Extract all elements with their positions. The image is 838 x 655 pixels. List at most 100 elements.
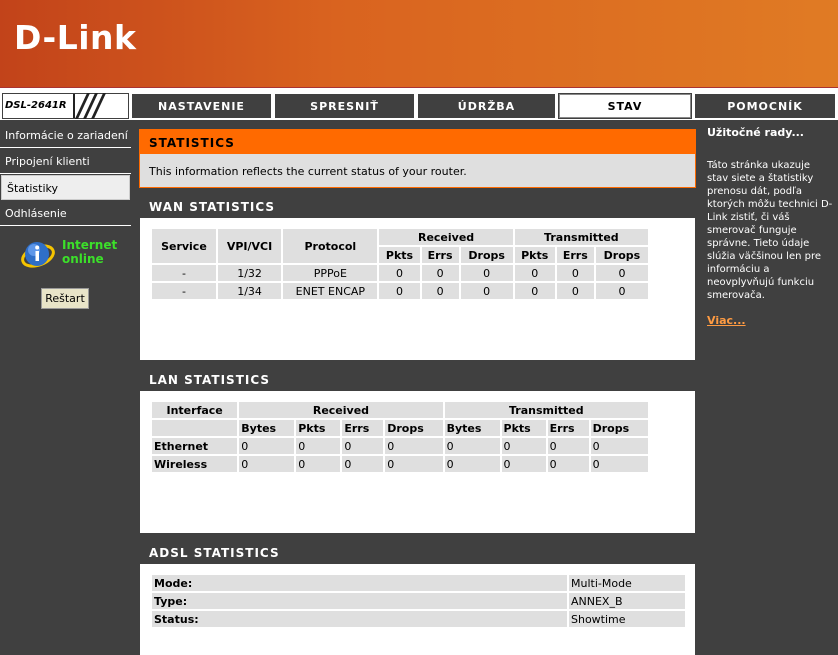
internet-globe-icon <box>21 242 55 268</box>
table-cell: ENET ENCAP <box>283 283 378 299</box>
statistics-description: This information reflects the current st… <box>149 165 467 178</box>
table-row: - 1/32 PPPoE 0 0 0 0 0 0 <box>152 265 648 281</box>
table-cell: 0 <box>421 265 459 281</box>
lan-subheader: Drops <box>385 420 443 436</box>
table-cell: 1/34 <box>217 283 282 299</box>
table-cell: Wireless <box>152 456 238 472</box>
adsl-title: ADSL STATISTICS <box>140 540 695 564</box>
adsl-label: Type: <box>152 593 567 609</box>
table-cell: 0 <box>239 438 295 454</box>
dlink-logo: D-Link <box>14 18 137 57</box>
table-cell: 1/32 <box>217 265 282 281</box>
table-cell: 0 <box>379 283 420 299</box>
internet-status: Internet online <box>18 236 128 276</box>
adsl-label: Mode: <box>152 575 567 591</box>
table-cell: - <box>152 265 216 281</box>
adsl-value: ANNEX_B <box>569 593 685 609</box>
hints-body: Táto stránka ukazuje stav siete a štatis… <box>707 160 833 301</box>
lan-subheader: Pkts <box>296 420 341 436</box>
lan-header-received: Received <box>239 402 443 418</box>
adsl-table: Mode: Multi-Mode Type: ANNEX_B Status: S… <box>150 573 687 629</box>
table-cell: 0 <box>421 283 459 299</box>
sidebar-item-clients[interactable]: Pripojení klienti <box>0 149 131 174</box>
wan-subheader: Pkts <box>514 247 555 263</box>
wan-header-transmitted: Transmitted <box>514 229 648 245</box>
lan-subheader: Errs <box>342 420 384 436</box>
tab-nastavenie[interactable]: NASTAVENIE <box>131 93 272 119</box>
adsl-value: Multi-Mode <box>569 575 685 591</box>
header-banner: D-Link <box>0 0 838 88</box>
table-row: Status: Showtime <box>152 611 685 627</box>
statistics-title: STATISTICS <box>140 130 695 154</box>
sidebar-item-statistics[interactable]: Štatistiky <box>1 175 130 200</box>
wan-subheader: Drops <box>460 247 513 263</box>
more-link[interactable]: Viac... <box>707 314 834 327</box>
wan-header-service: Service <box>152 229 216 263</box>
lan-subheader: Errs <box>547 420 589 436</box>
table-row: Mode: Multi-Mode <box>152 575 685 591</box>
lan-subheader: Pkts <box>501 420 546 436</box>
wan-header-protocol: Protocol <box>283 229 378 263</box>
table-cell: 0 <box>595 283 648 299</box>
table-cell: 0 <box>590 438 648 454</box>
tab-spresnit[interactable]: SPRESNIŤ <box>274 93 415 119</box>
online-label: online <box>62 252 104 266</box>
wan-header-received: Received <box>379 229 513 245</box>
lan-subheader-empty <box>152 420 238 436</box>
table-cell: 0 <box>342 456 384 472</box>
table-cell: 0 <box>514 283 555 299</box>
table-cell: 0 <box>385 438 443 454</box>
hints-title: Užitočné rady... <box>707 126 804 139</box>
table-row: Ethernet 0 0 0 0 0 0 0 0 <box>152 438 648 454</box>
table-row: Wireless 0 0 0 0 0 0 0 0 <box>152 456 648 472</box>
adsl-statistics-section: ADSL STATISTICS Mode: Multi-Mode Type: A… <box>139 539 696 655</box>
table-cell: 0 <box>595 265 648 281</box>
wan-header-vpi: VPI/VCI <box>217 229 282 263</box>
wan-table: Service VPI/VCI Protocol Received Transm… <box>150 227 650 301</box>
table-cell: 0 <box>385 456 443 472</box>
table-cell: 0 <box>296 438 341 454</box>
page: D-Link DSL-2641R NASTAVENIE SPRESNIŤ ÚDR… <box>0 0 838 655</box>
tab-pomocnik[interactable]: POMOCNÍK <box>694 93 836 119</box>
table-cell: 0 <box>460 265 513 281</box>
table-cell: 0 <box>296 456 341 472</box>
table-cell: 0 <box>501 438 546 454</box>
slashes-decoration <box>73 93 107 119</box>
lan-table: Interface Received Transmitted Bytes Pkt… <box>150 400 650 474</box>
lan-statistics-section: LAN STATISTICS Interface Received Transm… <box>139 366 696 534</box>
sidebar-item-device-info[interactable]: Informácie o zariadení <box>0 123 131 148</box>
sidebar-item-logout[interactable]: Odhlásenie <box>0 201 131 226</box>
tab-udrzba[interactable]: ÚDRŽBA <box>417 93 556 119</box>
internet-label: Internet <box>62 238 118 252</box>
adsl-label: Status: <box>152 611 567 627</box>
table-cell: 0 <box>547 438 589 454</box>
table-cell: - <box>152 283 216 299</box>
tab-stav[interactable]: STAV <box>558 93 692 119</box>
table-cell: 0 <box>590 456 648 472</box>
lan-header-transmitted: Transmitted <box>444 402 648 418</box>
restart-button[interactable]: Reštart <box>41 288 89 309</box>
internet-status-text: Internet online <box>62 238 117 266</box>
lan-subheader: Bytes <box>444 420 500 436</box>
wan-subheader: Pkts <box>379 247 420 263</box>
table-cell: 0 <box>444 456 500 472</box>
table-cell: 0 <box>547 456 589 472</box>
wan-subheader: Errs <box>556 247 594 263</box>
wan-statistics-section: WAN STATISTICS Service VPI/VCI Protocol … <box>139 193 696 361</box>
table-cell: 0 <box>239 456 295 472</box>
table-cell: 0 <box>501 456 546 472</box>
hints-panel: Užitočné rady... Táto stránka ukazuje st… <box>703 120 838 655</box>
lan-subheader: Bytes <box>239 420 295 436</box>
statistics-intro: STATISTICS This information reflects the… <box>139 129 696 188</box>
table-cell: 0 <box>379 265 420 281</box>
table-row: Type: ANNEX_B <box>152 593 685 609</box>
model-label: DSL-2641R <box>5 100 67 111</box>
model-badge: DSL-2641R <box>2 93 129 119</box>
wan-title: WAN STATISTICS <box>140 194 695 218</box>
main-content: STATISTICS This information reflects the… <box>132 120 703 655</box>
lan-title: LAN STATISTICS <box>140 367 695 391</box>
wan-subheader: Errs <box>421 247 459 263</box>
table-cell: 0 <box>556 265 594 281</box>
table-cell: Ethernet <box>152 438 238 454</box>
lan-subheader: Drops <box>590 420 648 436</box>
